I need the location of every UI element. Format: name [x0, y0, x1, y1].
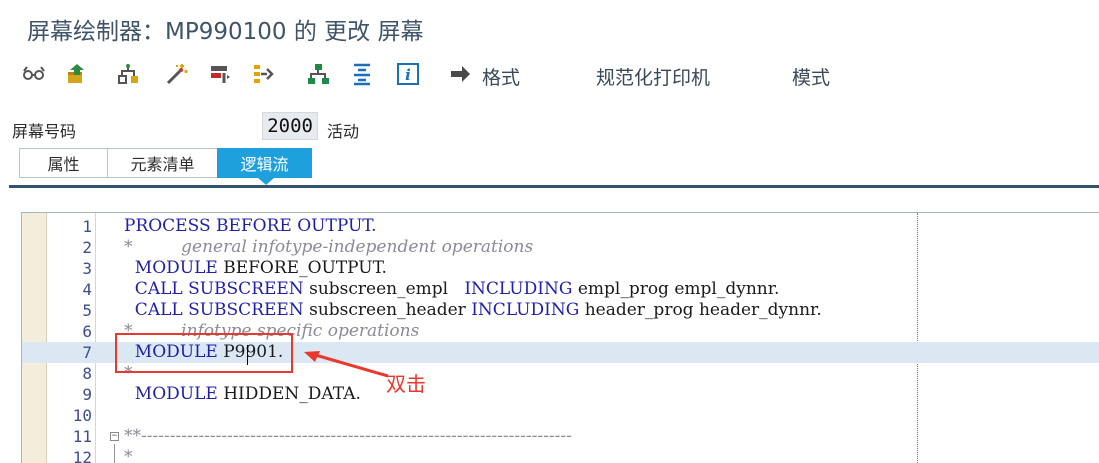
- code-line[interactable]: 10: [22, 405, 1099, 426]
- align-icon[interactable]: [348, 60, 376, 88]
- tab-attributes[interactable]: 属性: [19, 148, 107, 178]
- normalized-print-button[interactable]: 规范化打印机: [596, 63, 710, 90]
- line-number: 3: [82, 259, 92, 278]
- glasses-icon[interactable]: [20, 60, 48, 88]
- magic-wand-icon[interactable]: [163, 60, 191, 88]
- transport-icon[interactable]: [63, 60, 91, 88]
- pattern-button[interactable]: 模式: [792, 63, 830, 90]
- tab-divider: [9, 185, 1099, 188]
- code-text: **--------------------------------------…: [124, 426, 572, 446]
- annotation-label: 双击: [386, 372, 426, 396]
- fold-toggle-icon[interactable]: −: [110, 432, 119, 441]
- branch-icon[interactable]: [250, 60, 278, 88]
- svg-text:i: i: [405, 66, 411, 84]
- line-number: 2: [82, 238, 92, 257]
- arrow-right-icon: [446, 60, 474, 88]
- tab-element-list[interactable]: 元素清单: [107, 148, 217, 178]
- line-number: 12: [72, 448, 92, 463]
- code-line[interactable]: 2 * general infotype-independent operatio…: [22, 237, 1099, 258]
- title-bar: 屏幕绘制器：MP990100 的 更改 屏幕: [0, 0, 1099, 52]
- line-number: 10: [72, 406, 92, 425]
- code-text: MODULE BEFORE_OUTPUT.: [124, 258, 387, 278]
- line-number: 1: [82, 217, 92, 236]
- screen-status: 活动: [327, 122, 360, 141]
- code-text: CALL SUBSCREEN subscreen_empl INCLUDING …: [124, 279, 780, 299]
- annotation-arrow-icon: [304, 351, 389, 378]
- line-number: 4: [82, 280, 92, 299]
- code-line[interactable]: 3 MODULE BEFORE_OUTPUT.: [22, 258, 1099, 279]
- tab-strip: 属性 元素清单 逻辑流: [19, 148, 312, 178]
- org-chart-icon[interactable]: [304, 60, 332, 88]
- line-number: 7: [82, 343, 92, 362]
- hierarchy-icon[interactable]: [115, 60, 143, 88]
- line-number: 5: [82, 301, 92, 320]
- line-number: 11: [72, 427, 92, 446]
- format-button[interactable]: 格式: [482, 63, 520, 90]
- code-line[interactable]: 1 PROCESS BEFORE OUTPUT.: [22, 216, 1099, 237]
- code-text: PROCESS BEFORE OUTPUT.: [124, 216, 377, 236]
- annotation-highlight-box: [115, 333, 293, 373]
- window-title: 屏幕绘制器：MP990100 的 更改 屏幕: [27, 19, 424, 45]
- tab-flow-logic[interactable]: 逻辑流: [217, 148, 312, 178]
- code-line[interactable]: 9 MODULE HIDDEN_DATA.: [22, 384, 1099, 405]
- filter-icon[interactable]: [206, 60, 234, 88]
- line-number: 9: [82, 385, 92, 404]
- code-line[interactable]: 12 *: [22, 447, 1099, 463]
- screen-number-field[interactable]: 2000: [262, 112, 318, 140]
- active-tab-indicator: [258, 178, 274, 185]
- line-number: 8: [82, 364, 92, 383]
- line-number: 6: [82, 322, 92, 341]
- code-text: CALL SUBSCREEN subscreen_header INCLUDIN…: [124, 300, 822, 320]
- code-line[interactable]: 11 **------------------------------------…: [22, 426, 1099, 447]
- code-text: *: [124, 447, 133, 463]
- info-icon[interactable]: i: [394, 60, 422, 88]
- code-line[interactable]: 5 CALL SUBSCREEN subscreen_header INCLUD…: [22, 300, 1099, 321]
- code-line[interactable]: 4 CALL SUBSCREEN subscreen_empl INCLUDIN…: [22, 279, 1099, 300]
- screen-number-label: 屏幕号码: [12, 122, 77, 141]
- fold-guide: [114, 444, 115, 463]
- code-text: * general infotype-independent operation…: [124, 237, 534, 257]
